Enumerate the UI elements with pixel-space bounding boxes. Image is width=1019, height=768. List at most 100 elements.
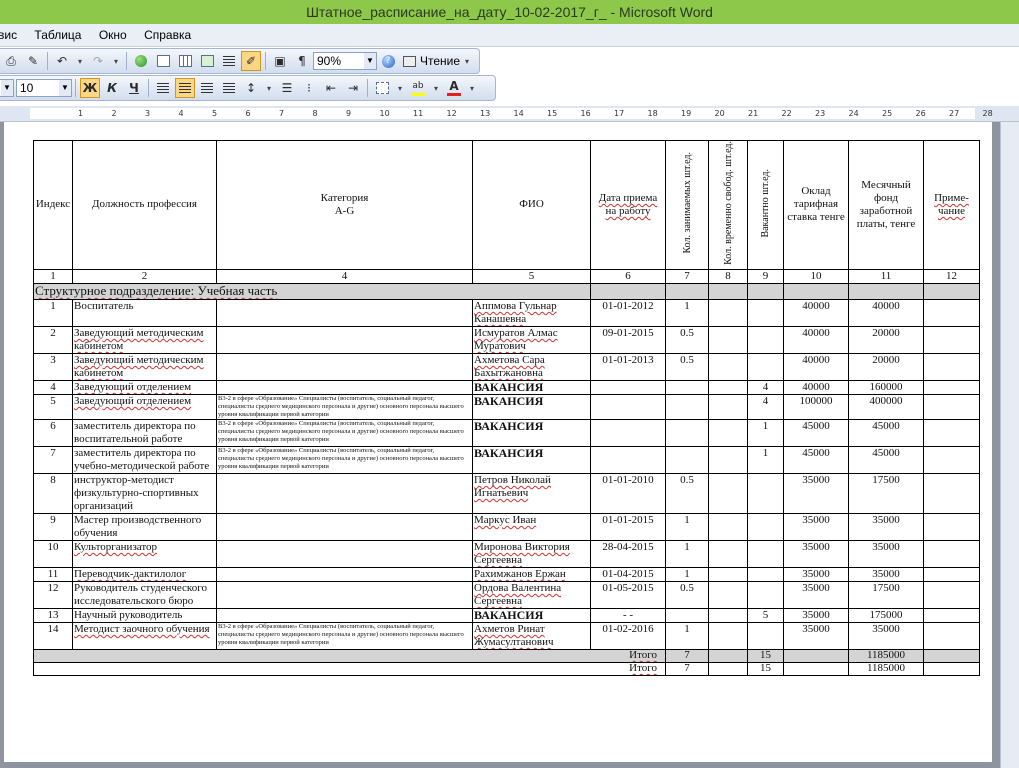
- justify-icon[interactable]: [219, 78, 239, 98]
- header-row: Индекс Должность профессия Категория A-G…: [33, 140, 980, 270]
- ruler-mark: 24: [848, 109, 859, 118]
- horizontal-ruler[interactable]: 1 2 3 4 5 6 7 8 9 10 11 12 13 14 15 16 17 18 19 20 21 22 23 24 2…: [0, 106, 1019, 122]
- zoom-select[interactable]: 90% ▼: [313, 52, 377, 70]
- menu-window[interactable]: Окно: [99, 24, 135, 46]
- ruler-mark: 26: [915, 109, 926, 118]
- bold-button[interactable]: Ж: [80, 78, 100, 98]
- show-formatting-icon[interactable]: ¶: [292, 51, 312, 71]
- ruler-mark: 28: [982, 109, 993, 118]
- row-vacancy: [747, 539, 784, 568]
- bullets-icon[interactable]: ⁝: [299, 78, 319, 98]
- standard-toolbar: ⎙ ✎ ↶ ▾ ↷ ▾ ✐ ▣ ¶ 90% ▼ ? Чтение ▾: [0, 48, 480, 74]
- ruler-mark: 11: [413, 109, 424, 118]
- insert-table-icon[interactable]: [175, 51, 195, 71]
- section-title[interactable]: Структурное подразделение: Учебная часть: [33, 282, 591, 300]
- totals-cell: [708, 648, 748, 663]
- ruler-mark: 17: [614, 109, 625, 118]
- row-units-occupied: 1: [665, 621, 709, 650]
- totals-occupied: 7: [665, 648, 709, 663]
- row-note: [923, 566, 980, 582]
- row-units-temp-free: [708, 445, 748, 474]
- row-monthly-fund: 400000: [848, 393, 924, 420]
- row-fio: Петров Николай Игнатьевич: [472, 472, 591, 514]
- align-right-icon[interactable]: [197, 78, 217, 98]
- font-size-select[interactable]: 10 ▼: [16, 79, 72, 97]
- row-fio: ВАКАНСИЯ: [472, 379, 591, 395]
- insert-excel-icon[interactable]: [197, 51, 217, 71]
- vertical-scrollbar[interactable]: [1000, 122, 1019, 768]
- row-position: Культорганизатор: [72, 539, 217, 568]
- ruler-mark: 6: [245, 109, 251, 118]
- help-icon[interactable]: ?: [378, 51, 398, 71]
- font-color-icon[interactable]: A: [444, 78, 464, 98]
- italic-button[interactable]: К: [102, 78, 122, 98]
- document-area: Индекс Должность профессия Категория A-G…: [0, 122, 1019, 768]
- line-spacing-icon[interactable]: ↕: [241, 78, 261, 98]
- row-vacancy: 4: [747, 393, 784, 420]
- highlight-dropdown-icon[interactable]: ▾: [430, 78, 442, 98]
- undo-icon[interactable]: ↶: [52, 51, 72, 71]
- table-row: 14 Методист заочного обучения В3-2 в сфере…: [33, 621, 980, 650]
- redo-icon[interactable]: ↷: [88, 51, 108, 71]
- hyperlink-icon[interactable]: [131, 51, 151, 71]
- chevron-down-icon[interactable]: ▼: [1, 80, 13, 96]
- ruler-mark: 1: [78, 109, 84, 118]
- row-vacancy: 1: [747, 445, 784, 474]
- numbering-icon[interactable]: ☰: [277, 78, 297, 98]
- menu-table[interactable]: Таблица: [34, 24, 89, 46]
- borders-dropdown-icon[interactable]: ▾: [394, 78, 406, 98]
- row-units-temp-free: [708, 352, 748, 381]
- row-vacancy: [747, 621, 784, 650]
- row-vacancy: [747, 298, 784, 327]
- font-name-select[interactable]: ▼: [0, 79, 14, 97]
- row-monthly-fund: 160000: [848, 379, 924, 395]
- format-painter-icon[interactable]: ✎: [23, 51, 43, 71]
- font-color-dropdown-icon[interactable]: ▾: [466, 78, 478, 98]
- document-page: Индекс Должность профессия Категория A-G…: [4, 122, 992, 762]
- header-salary: Оклад тарифная ставка тенге: [783, 140, 849, 270]
- row-salary: 45000: [783, 418, 849, 447]
- ruler-mark: 5: [212, 109, 218, 118]
- zoom-value: 90%: [317, 54, 342, 68]
- row-position: инструктор-методист физкультурно-спортив…: [72, 472, 217, 514]
- menu-help[interactable]: Справка: [144, 24, 199, 46]
- decrease-indent-icon[interactable]: ⇤: [321, 78, 341, 98]
- row-position: Переводчик-дактилолог: [72, 566, 217, 582]
- row-position: заместитель директора по воспитательной …: [72, 418, 217, 447]
- columns-icon[interactable]: [219, 51, 239, 71]
- chevron-down-icon[interactable]: ▼: [59, 80, 71, 96]
- row-fio: Ахметова Сара Бахытжановна: [472, 352, 591, 381]
- redo-dropdown-icon[interactable]: ▾: [110, 51, 122, 71]
- row-monthly-fund: 17500: [848, 472, 924, 514]
- underline-button[interactable]: Ч: [124, 78, 144, 98]
- col-number: 8: [708, 268, 748, 284]
- chevron-down-icon[interactable]: ▼: [364, 53, 376, 69]
- section-cell: [665, 282, 709, 300]
- row-salary: 35000: [783, 539, 849, 568]
- totals-cell: [708, 661, 748, 676]
- row-fio: Ахметов Ринат Жумасултанович: [472, 621, 591, 650]
- section-cell: [747, 282, 784, 300]
- increase-indent-icon[interactable]: ⇥: [343, 78, 363, 98]
- col-number: 12: [923, 268, 980, 284]
- borders-icon[interactable]: [372, 78, 392, 98]
- row-monthly-fund: 175000: [848, 607, 924, 623]
- reading-button[interactable]: Чтение: [403, 54, 460, 68]
- align-center-icon[interactable]: [175, 78, 195, 98]
- row-note: [923, 621, 980, 650]
- line-spacing-dropdown-icon[interactable]: ▾: [263, 78, 275, 98]
- row-index: 8: [33, 472, 73, 514]
- row-category: В3-2 в сфере «Образование» Специалисты (…: [216, 418, 473, 447]
- tables-borders-icon[interactable]: [153, 51, 173, 71]
- menu-service[interactable]: вис: [0, 24, 25, 46]
- document-map-icon[interactable]: ▣: [270, 51, 290, 71]
- separator: [367, 79, 368, 97]
- toolbar-options-icon[interactable]: ▾: [461, 51, 473, 71]
- print-icon[interactable]: ⎙: [1, 51, 21, 71]
- undo-dropdown-icon[interactable]: ▾: [74, 51, 86, 71]
- drawing-icon[interactable]: ✐: [241, 51, 261, 71]
- book-icon: [403, 55, 416, 67]
- row-fio: Аппмова Гульнар Канашевна: [472, 298, 591, 327]
- highlight-icon[interactable]: ab: [408, 78, 428, 98]
- align-left-icon[interactable]: [153, 78, 173, 98]
